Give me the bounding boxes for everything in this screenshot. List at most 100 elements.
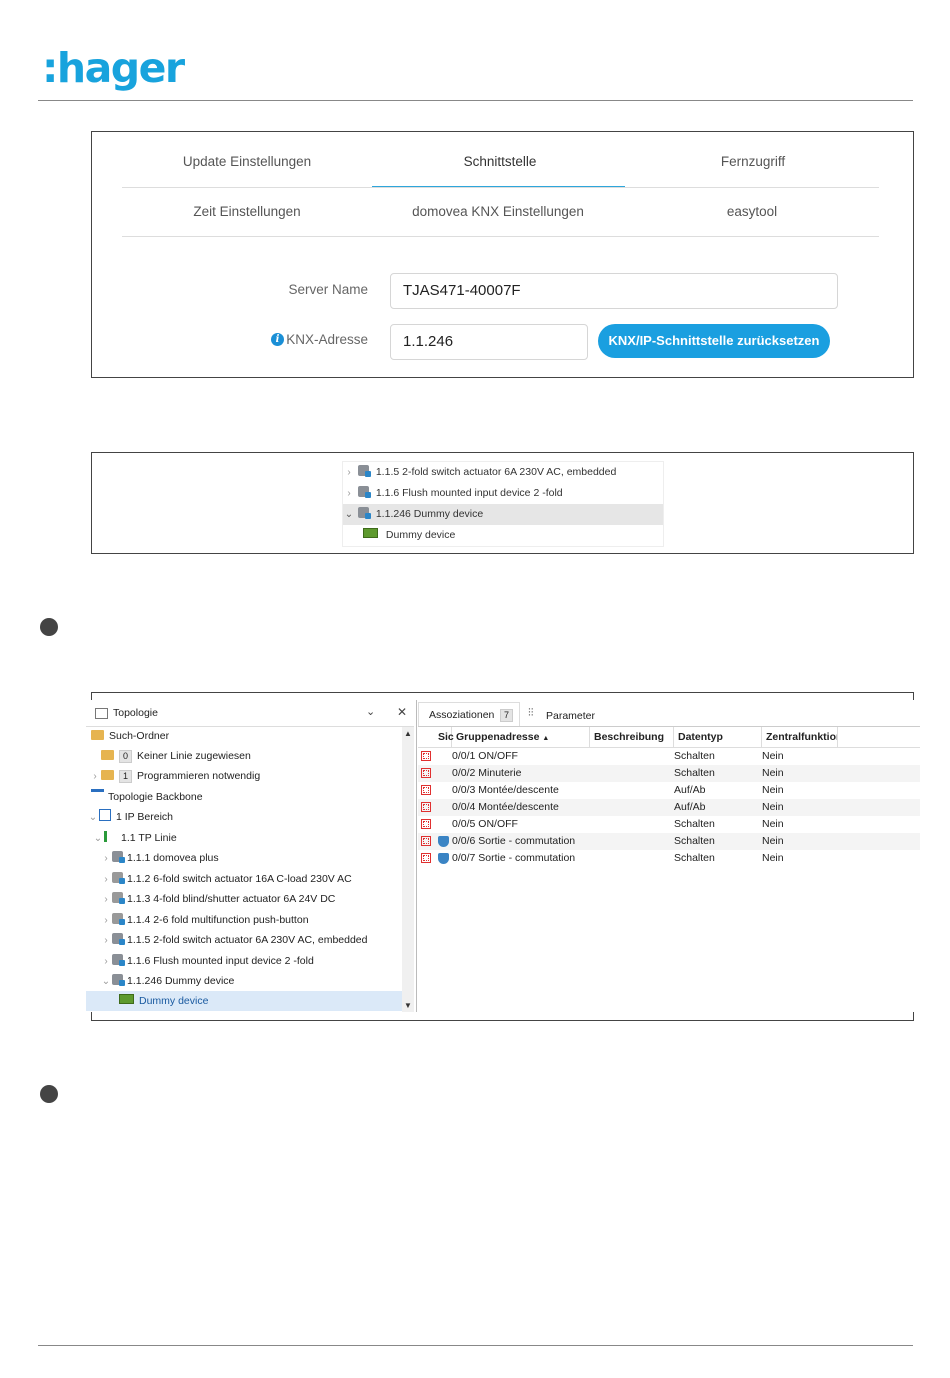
chevron-right-icon[interactable]: ›	[100, 952, 112, 972]
shield-icon	[438, 853, 449, 864]
header-divider	[38, 100, 913, 101]
tree-item-selected[interactable]: Dummy device	[86, 991, 402, 1011]
scrollbar[interactable]: ▲ ▼	[402, 727, 414, 1012]
tab-label: Parameter	[546, 710, 596, 722]
device-tree-snippet: › 1.1.5 2-fold switch actuator 6A 230V A…	[91, 452, 914, 554]
table-row[interactable]: 0/0/7 Sortie - commutation Schalten Nein	[418, 850, 920, 867]
shield-icon	[438, 836, 449, 847]
device-icon	[112, 954, 125, 966]
chevron-down-icon[interactable]: ⌄	[343, 504, 355, 525]
tree-item-label: 1.1.246 Dummy device	[375, 508, 484, 520]
tree-item-backbone[interactable]: Topologie Backbone	[91, 787, 203, 807]
column-header-datentyp[interactable]: Datentyp	[674, 727, 762, 747]
server-name-input[interactable]: TJAS471-40007F	[390, 273, 838, 309]
topology-title: Topologie	[113, 707, 158, 719]
count-badge: 0	[119, 750, 133, 763]
close-icon[interactable]: ✕	[397, 705, 407, 719]
chevron-right-icon[interactable]: ›	[100, 911, 112, 931]
device-icon	[357, 507, 371, 519]
bullet-point	[40, 1085, 58, 1103]
chevron-right-icon[interactable]: ›	[89, 767, 101, 787]
tab-easytool[interactable]: easytool	[652, 204, 852, 219]
tab-label: Assoziationen	[429, 709, 495, 721]
topology-pane: Topologie ⌄ ✕ ▲ ▼ Such-Ordner 0 Keiner Li…	[86, 700, 417, 1012]
group-address-icon	[421, 751, 431, 761]
column-header-gruppenadresse[interactable]: Gruppenadresse ▲	[452, 727, 590, 747]
tab-divider	[122, 187, 879, 188]
tree-item-device[interactable]: › 1.1.2 6-fold switch actuator 16A C-load…	[100, 869, 352, 889]
device-icon	[112, 933, 125, 945]
device-icon	[112, 872, 125, 884]
column-header-zentralfunktion[interactable]: Zentralfunktior	[762, 727, 838, 747]
area-icon	[99, 809, 111, 821]
device-icon	[112, 892, 125, 904]
device-icon	[357, 465, 371, 477]
tab-assoziationen[interactable]: Assoziationen 7	[418, 702, 520, 727]
tree-item-device[interactable]: › 1.1.1 domovea plus	[100, 848, 219, 868]
ets-window: Topologie ⌄ ✕ ▲ ▼ Such-Ordner 0 Keiner Li…	[86, 700, 920, 1012]
tree-item-keiner-linie[interactable]: 0 Keiner Linie zugewiesen	[101, 746, 251, 766]
chevron-right-icon[interactable]: ›	[100, 849, 112, 869]
tree-item-device[interactable]: › 1.1.3 4-fold blind/shutter actuator 6A …	[100, 889, 335, 909]
tab-parameter[interactable]: ⫶⫶ Parameter	[528, 702, 608, 726]
group-address-icon	[421, 785, 431, 795]
scroll-down-icon[interactable]: ▼	[404, 1001, 412, 1010]
tree-container: › 1.1.5 2-fold switch actuator 6A 230V A…	[342, 461, 664, 547]
sort-asc-icon: ▲	[542, 735, 550, 742]
server-name-label: Server Name	[288, 282, 368, 297]
chevron-down-icon[interactable]: ⌄	[100, 972, 112, 992]
tree-item[interactable]: › 1.1.6 Flush mounted input device 2 -fo…	[343, 483, 663, 504]
table-row[interactable]: 0/0/5 ON/OFF Schalten Nein	[418, 816, 920, 833]
device-icon	[112, 974, 125, 986]
tree-item-tp-linie[interactable]: ⌄ 1.1 TP Linie	[92, 828, 177, 848]
line-icon	[104, 831, 117, 842]
tree-item-device[interactable]: › 1.1.4 2-6 fold multifunction push-butto…	[100, 910, 309, 930]
tab-zeit-einstellungen[interactable]: Zeit Einstellungen	[147, 204, 347, 219]
column-header-beschreibung[interactable]: Beschreibung	[590, 727, 674, 747]
reset-interface-button[interactable]: KNX/IP-Schnittstelle zurücksetzen	[598, 324, 830, 358]
tree-item-ip-bereich[interactable]: ⌄ 1 IP Bereich	[87, 807, 173, 827]
associations-pane: Assoziationen 7 ⫶⫶ Parameter Sic Gruppen…	[418, 700, 920, 1012]
scroll-up-icon[interactable]: ▲	[404, 729, 412, 738]
group-address-icon	[421, 853, 431, 863]
count-badge: 7	[500, 709, 514, 722]
tab-fernzugriff[interactable]: Fernzugriff	[653, 154, 853, 169]
tab-schnittstelle[interactable]: Schnittstelle	[400, 154, 600, 169]
tab-update-einstellungen[interactable]: Update Einstellungen	[147, 154, 347, 169]
tree-item-device[interactable]: › 1.1.5 2-fold switch actuator 6A 230V AC…	[100, 930, 368, 950]
table-row[interactable]: 0/0/6 Sortie - commutation Schalten Nein	[418, 833, 920, 850]
topology-header: Topologie ⌄ ✕	[86, 700, 414, 727]
tree-item-programmieren[interactable]: › 1 Programmieren notwendig	[89, 766, 260, 786]
group-address-icon	[421, 819, 431, 829]
tree-item[interactable]: › 1.1.5 2-fold switch actuator 6A 230V A…	[343, 462, 663, 483]
tree-item-dummy-device[interactable]: ⌄ 1.1.246 Dummy device	[100, 971, 234, 991]
group-address-icon	[421, 768, 431, 778]
sliders-icon: ⫶⫶	[528, 707, 534, 719]
tree-item-such-ordner[interactable]: Such-Ordner	[91, 726, 169, 746]
chevron-right-icon[interactable]: ›	[100, 931, 112, 951]
chevron-right-icon[interactable]: ›	[343, 483, 355, 504]
column-header-sic[interactable]: Sic	[434, 727, 454, 747]
tree-item-selected[interactable]: ⌄ 1.1.246 Dummy device	[343, 504, 663, 525]
table-row[interactable]: 0/0/4 Montée/descente Auf/Ab Nein	[418, 799, 920, 816]
tab-domovea-knx-einstellungen[interactable]: domovea KNX Einstellungen	[373, 204, 623, 219]
chevron-down-icon[interactable]: ⌄	[366, 705, 375, 718]
tree-item-label: Dummy device	[385, 529, 456, 541]
chevron-down-icon[interactable]: ⌄	[87, 808, 99, 828]
count-badge: 1	[119, 770, 133, 783]
chevron-down-icon[interactable]: ⌄	[92, 829, 104, 849]
tree-item[interactable]: Dummy device	[363, 525, 663, 546]
folder-icon	[101, 750, 114, 760]
table-row[interactable]: 0/0/3 Montée/descente Auf/Ab Nein	[418, 782, 920, 799]
table-row[interactable]: 0/0/2 Minuterie Schalten Nein	[418, 765, 920, 782]
table-row[interactable]: 0/0/1 ON/OFF Schalten Nein	[418, 748, 920, 765]
chevron-right-icon[interactable]: ›	[343, 462, 355, 483]
chevron-right-icon[interactable]: ›	[100, 890, 112, 910]
chevron-right-icon[interactable]: ›	[100, 870, 112, 890]
tree-item-device[interactable]: › 1.1.6 Flush mounted input device 2 -fol…	[100, 951, 314, 971]
knx-address-input[interactable]: 1.1.246	[390, 324, 588, 360]
tab-divider	[122, 236, 879, 237]
folder-icon	[101, 770, 114, 780]
hager-logo: :hager	[42, 44, 185, 92]
group-address-icon	[421, 836, 431, 846]
